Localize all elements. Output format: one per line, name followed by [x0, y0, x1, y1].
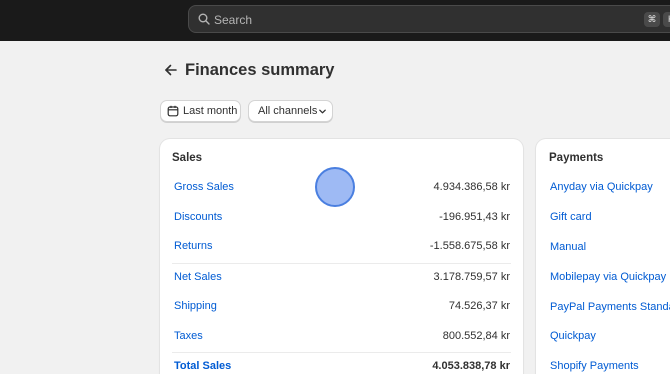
- calendar-icon: [167, 105, 179, 117]
- sales-row-returns: Returns -1.558.675,58 kr: [172, 235, 511, 259]
- net-sales-value: 3.178.759,57 kr: [433, 271, 510, 283]
- total-sales-link[interactable]: Total Sales: [174, 360, 231, 372]
- sales-row-shipping: Shipping 74.526,37 kr: [172, 295, 511, 319]
- discounts-link[interactable]: Discounts: [174, 211, 222, 223]
- shipping-value: 74.526,37 kr: [448, 300, 510, 312]
- channel-filter-label: All channels: [258, 105, 318, 117]
- date-range-label: Last month: [183, 105, 238, 117]
- sales-title: Sales: [172, 152, 203, 164]
- command-key-icon: ⌘: [644, 12, 660, 27]
- divider: [172, 352, 511, 353]
- payment-link-shopify-payments[interactable]: Shopify Payments: [550, 360, 639, 372]
- back-arrow-icon[interactable]: [163, 62, 179, 78]
- payments-card: Payments Anyday via Quickpay Gift card M…: [536, 139, 670, 374]
- payment-link-paypal[interactable]: PayPal Payments Standard: [550, 301, 670, 313]
- net-sales-link[interactable]: Net Sales: [174, 271, 222, 283]
- sales-row-taxes: Taxes 800.552,84 kr: [172, 325, 511, 349]
- payment-link-quickpay[interactable]: Quickpay: [550, 330, 596, 342]
- payment-link-gift-card[interactable]: Gift card: [550, 211, 592, 223]
- sales-row-discounts: Discounts -196.951,43 kr: [172, 206, 511, 230]
- k-key: K: [663, 12, 670, 27]
- chevron-down-icon: [319, 109, 326, 114]
- payment-link-manual[interactable]: Manual: [550, 241, 586, 253]
- returns-value: -1.558.675,58 kr: [429, 240, 510, 252]
- payment-link-mobilepay[interactable]: Mobilepay via Quickpay: [550, 271, 666, 283]
- payments-title: Payments: [549, 152, 604, 164]
- sales-row-total-sales: Total Sales 4.053.838,78 kr: [172, 355, 511, 374]
- divider: [172, 263, 511, 264]
- gross-sales-link[interactable]: Gross Sales: [174, 181, 234, 193]
- gross-sales-value: 4.934.386,58 kr: [433, 181, 510, 193]
- taxes-link[interactable]: Taxes: [174, 330, 203, 342]
- search-bar[interactable]: Search ⌘ K: [188, 5, 670, 33]
- top-bar: Search ⌘ K: [0, 0, 670, 41]
- returns-link[interactable]: Returns: [174, 240, 213, 252]
- payment-link-anyday[interactable]: Anyday via Quickpay: [550, 181, 653, 193]
- discounts-value: -196.951,43 kr: [439, 211, 510, 223]
- date-range-button[interactable]: Last month: [160, 100, 241, 122]
- sales-row-net-sales: Net Sales 3.178.759,57 kr: [172, 266, 511, 290]
- taxes-value: 800.552,84 kr: [442, 330, 510, 342]
- search-placeholder: Search: [214, 13, 253, 27]
- channel-filter-button[interactable]: All channels: [248, 100, 333, 122]
- shipping-link[interactable]: Shipping: [174, 300, 217, 312]
- search-icon: [198, 13, 210, 25]
- total-sales-value: 4.053.838,78 kr: [432, 360, 510, 372]
- page-title: Finances summary: [185, 61, 335, 79]
- cursor-indicator: [315, 167, 355, 207]
